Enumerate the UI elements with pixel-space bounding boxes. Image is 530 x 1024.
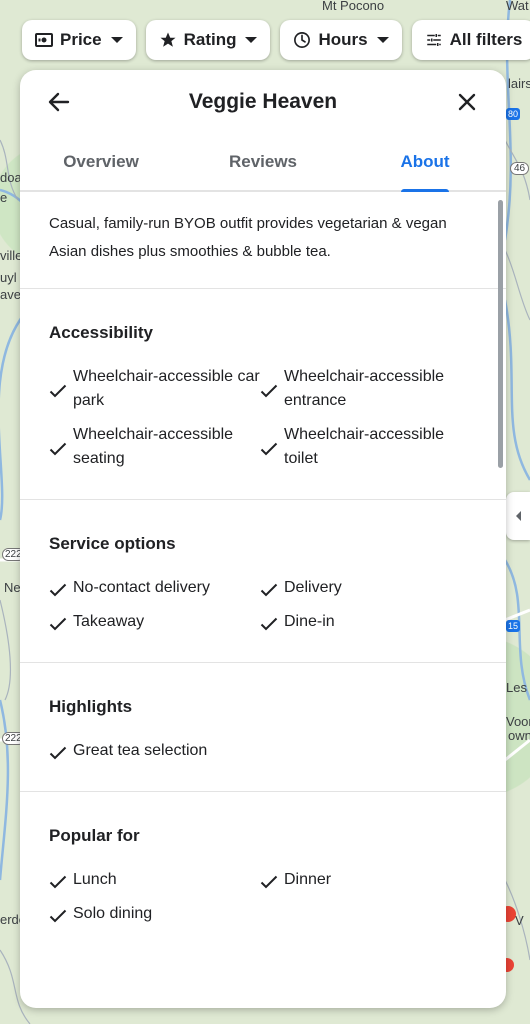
list-item: Wheelchair-accessible entrance: [260, 365, 471, 413]
item-label: Wheelchair-accessible car park: [73, 368, 260, 409]
hours-filter-chip[interactable]: Hours: [280, 20, 402, 60]
about-content[interactable]: Casual, family-run BYOB outfit provides …: [20, 194, 506, 1008]
map-label: ave: [0, 287, 21, 302]
check-icon: [260, 442, 278, 456]
item-label: Great tea selection: [73, 742, 208, 759]
check-icon: [49, 746, 67, 760]
panel-header: Veggie Heaven: [20, 70, 506, 134]
sliders-icon: [425, 31, 443, 49]
map-label: lairs: [508, 76, 530, 91]
check-icon: [260, 583, 278, 597]
list-item: Dinner: [260, 868, 471, 892]
hours-filter-label: Hours: [318, 30, 368, 49]
all-filters-chip[interactable]: All filters: [411, 20, 530, 60]
check-icon: [49, 875, 67, 889]
filter-chips: Price Rating Hours All filters: [22, 20, 530, 60]
check-icon: [260, 384, 278, 398]
map-label: uyl: [0, 270, 17, 285]
clock-icon: [293, 31, 311, 49]
arrow-left-icon: [48, 92, 70, 112]
panel-tabs: Overview Reviews About: [20, 134, 506, 192]
chevron-down-icon: [376, 37, 389, 43]
check-icon: [49, 583, 67, 597]
list-item: Wheelchair-accessible car park: [49, 365, 260, 413]
list-item: Delivery: [260, 576, 471, 600]
route-shield: 80: [506, 108, 521, 120]
check-icon: [260, 875, 278, 889]
item-label: Wheelchair-accessible toilet: [284, 426, 445, 467]
chevron-down-icon: [110, 37, 123, 43]
collapse-panel-button[interactable]: [506, 492, 530, 540]
map-label: Voor: [506, 714, 530, 729]
check-icon: [49, 384, 67, 398]
list-item: Takeaway: [49, 610, 260, 634]
check-icon: [49, 617, 67, 631]
map-label: e: [0, 190, 8, 205]
item-label: Lunch: [73, 871, 117, 888]
section-service-options: Service options No-contact delivery Deli…: [20, 500, 506, 663]
back-button[interactable]: [45, 88, 73, 116]
map-label: doa: [0, 170, 22, 185]
list-item: Dine-in: [260, 610, 471, 634]
star-icon: [159, 31, 177, 49]
section-title: Highlights: [49, 697, 133, 716]
section-highlights: Highlights Great tea selection: [20, 663, 506, 792]
list-item: No-contact delivery: [49, 576, 260, 600]
list-item: Wheelchair-accessible seating: [49, 423, 260, 471]
tab-about[interactable]: About: [344, 134, 506, 190]
map-label: Mt Pocono: [322, 0, 385, 13]
item-label: Solo dining: [73, 905, 153, 922]
route-shield: 46: [510, 162, 530, 175]
item-label: Wheelchair-accessible entrance: [284, 368, 445, 409]
tab-reviews[interactable]: Reviews: [182, 134, 344, 190]
close-button[interactable]: [453, 88, 481, 116]
all-filters-label: All filters: [449, 30, 523, 49]
place-description: Casual, family-run BYOB outfit provides …: [20, 194, 506, 289]
price-filter-label: Price: [60, 30, 102, 49]
item-label: Dinner: [284, 871, 332, 888]
map-label: Ne: [4, 580, 21, 595]
item-label: No-contact delivery: [73, 579, 210, 596]
place-title: Veggie Heaven: [188, 90, 338, 113]
map-label: Wat: [506, 0, 529, 13]
item-label: Delivery: [284, 579, 342, 596]
check-icon: [49, 442, 67, 456]
list-item: Solo dining: [49, 902, 260, 926]
list-item: Great tea selection: [49, 739, 260, 763]
price-filter-chip[interactable]: Price: [22, 20, 136, 60]
item-label: Takeaway: [73, 613, 145, 630]
item-label: Wheelchair-accessible seating: [73, 426, 234, 467]
list-item: Wheelchair-accessible toilet: [260, 423, 471, 471]
section-title: Popular for: [49, 826, 140, 845]
rating-filter-chip[interactable]: Rating: [145, 20, 271, 60]
list-item: Lunch: [49, 868, 260, 892]
check-icon: [260, 617, 278, 631]
route-shield: 15: [506, 620, 521, 632]
scrollbar[interactable]: [498, 200, 503, 468]
item-label: Dine-in: [284, 613, 335, 630]
check-icon: [49, 909, 67, 923]
map-label: own: [508, 728, 530, 743]
tab-overview[interactable]: Overview: [20, 134, 182, 190]
place-details-panel: Veggie Heaven Overview Reviews About Cas…: [20, 70, 506, 1008]
close-icon: [458, 93, 476, 111]
section-popular-for: Popular for Lunch Dinner Solo dining: [20, 792, 506, 954]
section-title: Service options: [49, 534, 176, 553]
section-title: Accessibility: [49, 323, 153, 342]
map-label: Les: [506, 680, 527, 695]
chevron-down-icon: [245, 37, 258, 43]
price-icon: [35, 31, 53, 49]
map-label: V: [515, 913, 524, 928]
rating-filter-label: Rating: [183, 30, 237, 49]
section-accessibility: Accessibility Wheelchair-accessible car …: [20, 289, 506, 500]
